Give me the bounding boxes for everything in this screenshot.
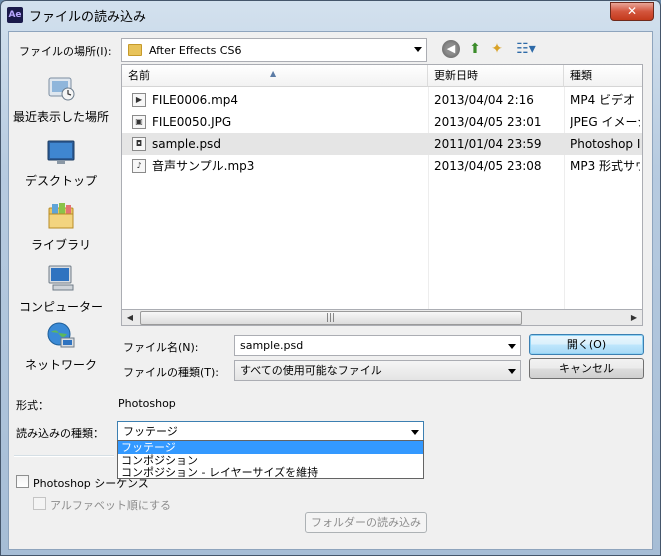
alphabetical-label: アルファベット順にする [50, 499, 171, 512]
grip-icon: ||| [326, 313, 336, 323]
filetype-label: ファイルの種類(T): [123, 366, 220, 379]
file-type: Photoshop Im [570, 137, 640, 151]
place-libraries[interactable]: ライブラリ [8, 200, 114, 253]
place-label: コンピューター [18, 300, 103, 314]
libraries-icon [48, 203, 74, 229]
place-label: ライブラリ [30, 238, 91, 252]
recent-places-icon [48, 77, 75, 101]
psd-file-icon: ◘ [132, 137, 146, 151]
filename-field[interactable]: sample.psd [234, 335, 521, 356]
audio-file-icon: ♪ [132, 159, 146, 173]
window-title: ファイルの読み込み [29, 10, 147, 25]
file-name: 音声サンプル.mp3 [152, 159, 255, 173]
image-file-icon: ▣ [132, 115, 146, 129]
file-type: MP3 形式サウ [570, 159, 640, 173]
column-header-name[interactable]: 名前 ▲ [122, 65, 428, 87]
lookin-label: ファイルの場所(I): [19, 45, 112, 58]
folder-icon [128, 44, 142, 56]
file-name: FILE0006.mp4 [152, 93, 239, 107]
desktop-icon [47, 140, 75, 164]
file-list[interactable]: 名前 ▲ 更新日時 種類 ▶ FILE0006.mp4 2013/04/04 2… [121, 64, 643, 326]
place-computer[interactable]: コンピューター [8, 262, 114, 315]
view-menu-icon[interactable]: ☷▾ [512, 40, 540, 58]
filetype-value: すべての使用可能なファイル [240, 364, 382, 377]
filename-label: ファイル名(N): [123, 341, 199, 354]
file-date: 2013/04/04 2:16 [434, 93, 534, 107]
place-label: 最近表示した場所 [12, 110, 109, 124]
import-as-select[interactable]: フッテージ [117, 421, 424, 442]
place-label: ネットワーク [24, 358, 97, 372]
place-network[interactable]: ネットワーク [8, 320, 114, 373]
file-type: MP4 ビデオ [570, 93, 636, 107]
import-folder-button[interactable]: フォルダーの読み込み [305, 512, 427, 533]
dropdown-option[interactable]: コンポジション - レイヤーサイズを維持 [118, 466, 423, 479]
chevron-down-icon[interactable] [508, 369, 516, 374]
format-value: Photoshop [118, 397, 176, 410]
chevron-down-icon[interactable] [508, 344, 516, 349]
network-icon [47, 322, 75, 348]
place-label: デスクトップ [24, 174, 97, 188]
column-label: 更新日時 [434, 69, 478, 82]
import-as-dropdown-list[interactable]: フッテージ コンポジション コンポジション - レイヤーサイズを維持 [117, 440, 424, 479]
file-date: 2011/01/04 23:59 [434, 137, 542, 151]
title-bar[interactable]: Ae ファイルの読み込み ✕ [1, 1, 660, 31]
alphabetical-checkbox[interactable] [33, 497, 46, 510]
import-as-value: フッテージ [123, 425, 178, 438]
place-recent[interactable]: 最近表示した場所 [8, 72, 114, 125]
sort-ascending-icon: ▲ [270, 69, 277, 78]
file-name: sample.psd [152, 137, 221, 151]
lookin-value: After Effects CS6 [149, 44, 242, 57]
file-date: 2013/04/05 23:08 [434, 159, 542, 173]
photoshop-sequence-checkbox[interactable] [16, 475, 29, 488]
place-desktop[interactable]: デスクトップ [8, 136, 114, 189]
column-header-type[interactable]: 種類 [564, 65, 642, 87]
chevron-down-icon[interactable] [411, 430, 419, 435]
scroll-right-icon[interactable]: ▶ [628, 312, 640, 324]
file-name: FILE0050.JPG [152, 115, 232, 129]
column-label: 名前 [128, 69, 150, 82]
new-folder-icon[interactable]: ✦ [488, 40, 506, 58]
video-file-icon: ▶ [132, 93, 146, 107]
file-date: 2013/04/05 23:01 [434, 115, 542, 129]
dropdown-option[interactable]: フッテージ [118, 441, 423, 454]
after-effects-icon: Ae [7, 7, 23, 23]
computer-icon [48, 265, 74, 291]
close-button[interactable]: ✕ [610, 2, 654, 21]
scroll-left-icon[interactable]: ◀ [124, 312, 136, 324]
open-button[interactable]: 開く(O) [529, 334, 644, 355]
separator [14, 455, 114, 457]
import-as-label: 読み込みの種類： [16, 427, 104, 440]
column-label: 種類 [570, 69, 592, 82]
file-row[interactable]: ▶ FILE0006.mp4 2013/04/04 2:16 MP4 ビデオ [122, 89, 642, 111]
lookin-combo[interactable]: After Effects CS6 [121, 38, 427, 62]
back-icon[interactable]: ◀ [442, 40, 460, 58]
filetype-select[interactable]: すべての使用可能なファイル [234, 360, 521, 381]
file-row[interactable]: ▣ FILE0050.JPG 2013/04/05 23:01 JPEG イメー… [122, 111, 642, 133]
horizontal-scrollbar[interactable]: ◀ ||| ▶ [121, 309, 643, 326]
column-header-date[interactable]: 更新日時 [428, 65, 564, 87]
up-folder-icon[interactable]: ⬆ [466, 40, 484, 58]
cancel-button[interactable]: キャンセル [529, 358, 644, 379]
places-bar: 最近表示した場所 デスクトップ ライブラリ コンピューター ネットワーク [8, 64, 114, 378]
file-row-selected[interactable]: ◘ sample.psd 2011/01/04 23:59 Photoshop … [122, 133, 642, 155]
filename-value: sample.psd [240, 339, 304, 352]
file-type: JPEG イメージ [570, 115, 640, 129]
scrollbar-thumb[interactable]: ||| [140, 311, 522, 325]
file-row[interactable]: ♪ 音声サンプル.mp3 2013/04/05 23:08 MP3 形式サウ [122, 155, 642, 177]
format-label: 形式： [16, 399, 49, 412]
chevron-down-icon[interactable] [414, 47, 422, 52]
